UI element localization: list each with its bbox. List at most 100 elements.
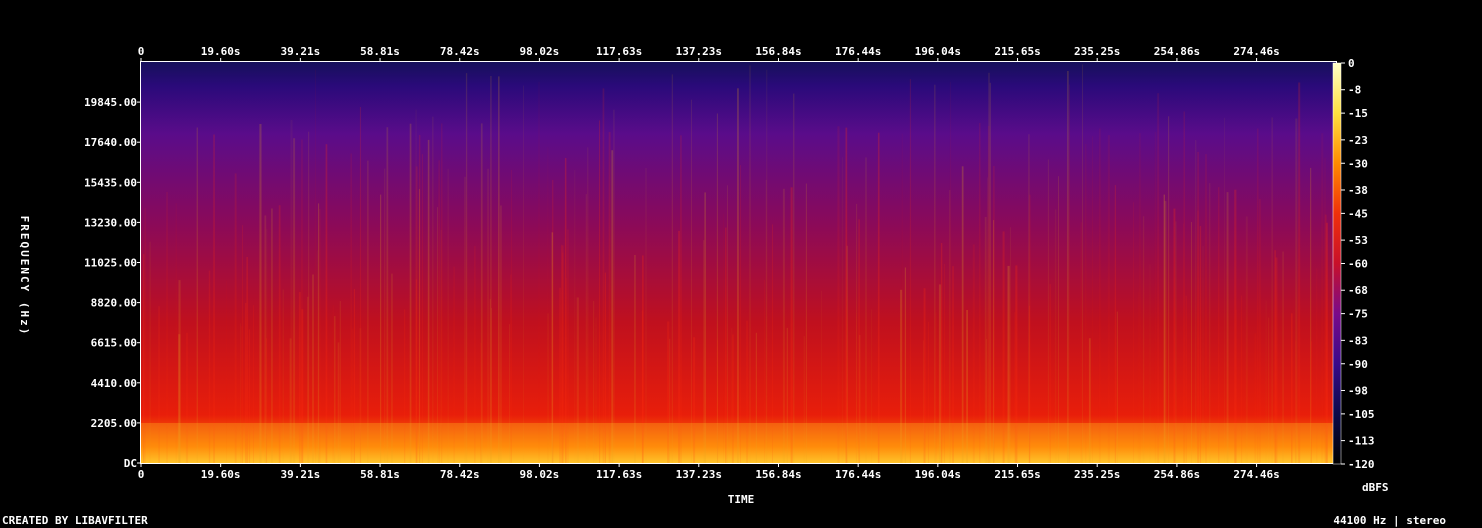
y-tick-label: 11025.00 [84,257,137,270]
spectrogram-streak [464,176,466,464]
spectrogram-streak [989,82,991,464]
x-tick-label-bottom: 196.04s [915,468,961,481]
spectrogram-streak [1139,133,1141,463]
footer-right-text: 44100 Hz | stereo [1333,514,1446,527]
spectrogram-streak [498,76,500,464]
x-tick-label-top: 58.81s [360,45,400,58]
colorbar-tick-label: -105 [1348,408,1375,421]
spectrogram-streak [441,123,443,464]
spectrogram-streak [196,127,198,463]
spectrogram-streak [380,194,382,463]
colorbar-tick-label: -60 [1348,258,1368,271]
spectrogram-streak [1205,154,1207,463]
colorbar-tick-label: -45 [1348,207,1368,220]
spectrogram-streak [213,134,215,463]
x-tick-label-bottom: 254.86s [1154,468,1200,481]
colorbar-tick-label: -8 [1348,84,1361,97]
spectrogram-streak [909,79,911,463]
spectrogram-streak [837,126,840,464]
spectrogram-streak [613,109,615,463]
spectrogram-streak [1298,82,1301,463]
spectrogram-streak [645,168,647,463]
x-tick-label-top: 39.21s [280,45,320,58]
spectrogram-streak [367,160,369,463]
spectrogram-streak [805,183,807,463]
spectrogram-streak [1098,128,1101,463]
spectrogram-streak [409,123,412,463]
x-axis-bottom: 0 19.60s 39.21s 58.81s 78.42s 98.02s 117.63s 13… [138,463,1280,481]
spectrogram-streak [547,147,549,463]
spectrogram-streak [671,74,673,464]
colorbar-tick-label: -90 [1348,358,1368,371]
spectrogram-streak [782,188,785,464]
spectrogram-streak [447,168,449,464]
spectrogram-streak [727,185,728,464]
spectrogram-streak [465,73,468,463]
x-tick-label-bottom: 137.23s [676,468,722,481]
colorbar-label: dBFS [1362,481,1389,494]
spectrogram-streak [841,157,844,463]
x-tick-label-bottom: 117.63s [596,468,642,481]
spectrogram-streak [511,169,512,463]
spectrogram-streak [293,138,296,463]
spectrogram-streak [845,127,848,463]
low-frequency-band [141,423,1336,463]
colorbar-tick-label: 0 [1348,57,1355,70]
spectrogram-streak [987,177,988,463]
spectrogram-streak [1197,151,1199,463]
spectrogram-streak [419,135,421,463]
spectrogram-streak [386,127,389,463]
x-tick-label-bottom: 156.84s [755,468,801,481]
spectrogram-streak [704,192,706,463]
spectrogram-streak [1224,117,1225,464]
spectrogram-streak [602,88,605,464]
x-tick-label-bottom: 58.81s [360,468,400,481]
spectrogram-streak [585,194,587,463]
spectrogram-streak [438,160,440,464]
x-tick-label-top: 0 [138,45,145,58]
spectrogram-streak [716,113,718,463]
colorbar-tick-label: -83 [1348,334,1368,347]
colorbar-tick-label: -113 [1348,435,1375,448]
spectrogram-streak [1028,134,1030,463]
x-tick-label-bottom: 274.46s [1233,468,1279,481]
y-axis: DC 2205.00 4410.00 6615.00 8820.00 11025.00 13… [84,96,141,470]
y-axis-label: FREQUENCY (Hz) [18,216,31,337]
y-tick-label: 17640.00 [84,136,137,149]
spectrogram-streak [350,153,352,463]
x-tick-label-bottom: 98.02s [520,468,560,481]
x-axis-top: 0 19.60s 39.21s 58.81s 78.42s 98.02s 117.63s 13… [138,45,1280,62]
y-tick-label: DC [124,457,137,470]
spectrogram-streak [315,69,316,463]
x-tick-label-top: 215.65s [994,45,1040,58]
spectrogram-streak [234,173,237,463]
spectrogram-streak [523,85,524,463]
spectrogram-streak [259,124,262,463]
spectrogram-streak [538,81,540,464]
spectrogram-streak [961,166,964,464]
x-tick-label-top: 117.63s [596,45,642,58]
spectrogram-streak [1082,64,1083,464]
spectrogram-streak [1321,133,1324,463]
spectrogram-streak [1257,128,1259,463]
spectrogram-streak [1209,183,1211,463]
spectrogram-streak [490,76,492,463]
x-tick-label-top: 98.02s [520,45,560,58]
spectrogram-streak [487,168,489,464]
spectrogram-streak [691,99,692,463]
spectrogram-streak [421,154,423,463]
x-tick-label-top: 196.04s [915,45,961,58]
colorbar-tick-label: -15 [1348,107,1368,120]
x-tick-label-top: 254.86s [1154,45,1200,58]
spectrogram-streak [611,150,614,463]
spectrogram-streak [901,133,903,464]
spectrogram-streak [979,122,981,464]
spectrogram-streak [1324,157,1326,464]
x-tick-label-top: 274.46s [1233,45,1279,58]
spectrogram-streak [384,168,386,463]
spectrogram-streak [1226,192,1229,463]
spectrogram-streak [1154,131,1157,463]
x-tick-label-bottom: 39.21s [280,468,320,481]
y-tick-label: 15435.00 [84,176,137,189]
spectrogram-chart: 0 19.60s 39.21s 58.81s 78.42s 98.02s 117.63s 13… [18,45,1389,506]
